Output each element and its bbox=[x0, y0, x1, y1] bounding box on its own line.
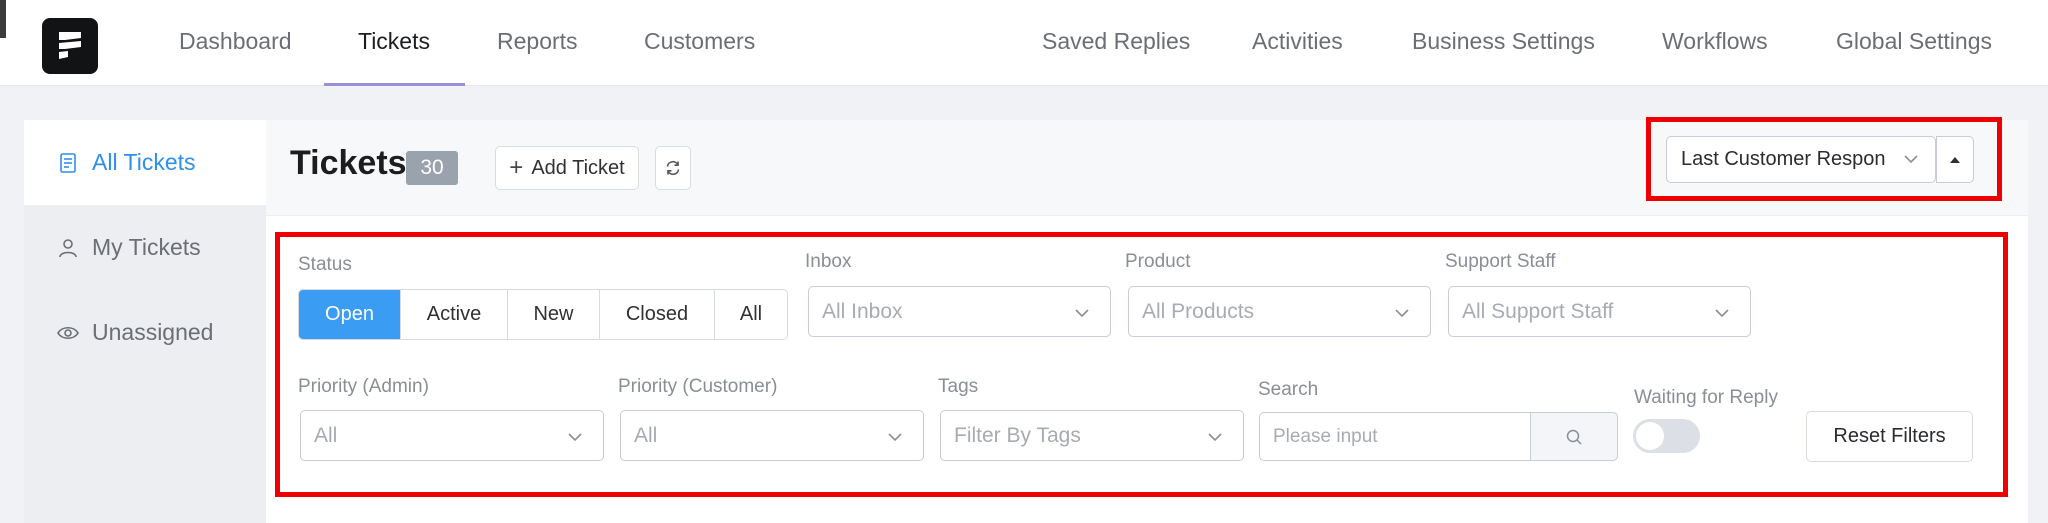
sidebar: All Tickets My Tickets Unassigned bbox=[24, 120, 266, 523]
filters-highlight-box bbox=[275, 232, 2008, 497]
sidebar-item-all-tickets[interactable]: All Tickets bbox=[24, 120, 266, 205]
nav-tickets[interactable]: Tickets bbox=[358, 0, 430, 86]
nav-global-settings[interactable]: Global Settings bbox=[1836, 0, 1992, 86]
add-ticket-label: Add Ticket bbox=[531, 156, 625, 179]
sidebar-item-label: All Tickets bbox=[92, 149, 196, 175]
window-edge-marker bbox=[0, 0, 6, 38]
ticket-count-badge: 30 bbox=[406, 151, 458, 185]
top-navigation: Dashboard Tickets Reports Customers Save… bbox=[0, 0, 2048, 86]
user-icon bbox=[56, 236, 80, 260]
nav-workflows[interactable]: Workflows bbox=[1662, 0, 1768, 86]
sidebar-item-label: Unassigned bbox=[92, 319, 214, 345]
app-logo[interactable] bbox=[42, 18, 98, 74]
page-title: Tickets bbox=[290, 144, 407, 182]
nav-customers[interactable]: Customers bbox=[644, 0, 755, 86]
document-icon bbox=[56, 151, 80, 175]
refresh-button[interactable] bbox=[655, 146, 691, 190]
sidebar-item-label: My Tickets bbox=[92, 234, 201, 260]
logo-icon bbox=[59, 32, 81, 59]
nav-dashboard[interactable]: Dashboard bbox=[179, 0, 292, 86]
nav-reports[interactable]: Reports bbox=[497, 0, 578, 86]
nav-business-settings[interactable]: Business Settings bbox=[1412, 0, 1595, 86]
nav-saved-replies[interactable]: Saved Replies bbox=[1042, 0, 1190, 86]
sort-highlight-box bbox=[1646, 117, 2002, 201]
nav-activities[interactable]: Activities bbox=[1252, 0, 1343, 86]
sidebar-item-unassigned[interactable]: Unassigned bbox=[24, 290, 266, 375]
plus-icon: + bbox=[509, 154, 524, 181]
sidebar-item-my-tickets[interactable]: My Tickets bbox=[24, 205, 266, 290]
active-tab-indicator bbox=[324, 83, 465, 86]
add-ticket-button[interactable]: + Add Ticket bbox=[495, 146, 639, 190]
refresh-icon bbox=[666, 160, 680, 176]
eye-icon bbox=[56, 321, 80, 345]
